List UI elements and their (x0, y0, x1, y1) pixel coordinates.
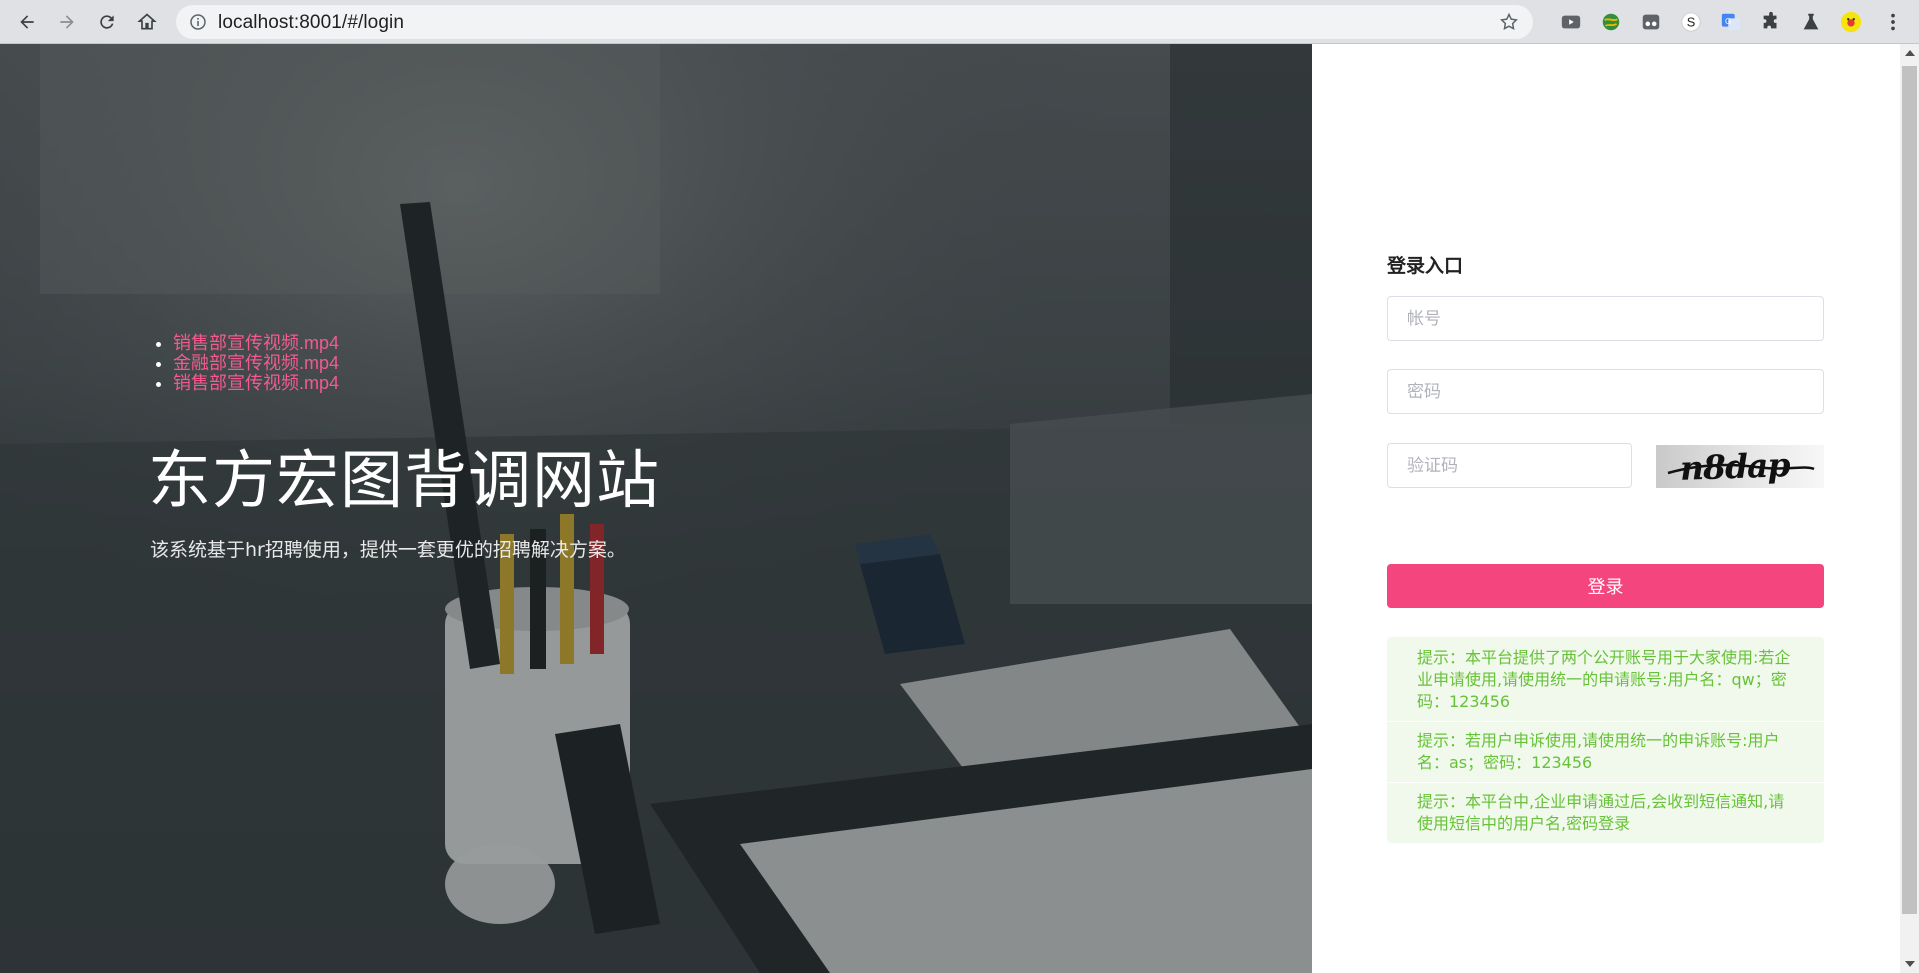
info-icon (190, 14, 206, 30)
password-input[interactable] (1387, 369, 1824, 414)
svg-text:G: G (1725, 17, 1731, 26)
captcha-noise-line (1667, 463, 1815, 475)
youtube-icon[interactable] (1558, 9, 1584, 35)
forward-button[interactable] (50, 5, 84, 39)
arrow-right-icon (60, 15, 74, 29)
hero-section: 销售部宣传视频.mp4 金融部宣传视频.mp4 销售部宣传视频.mp4 东方宏图… (0, 44, 1312, 973)
svg-text:S: S (1687, 15, 1696, 30)
site-title: 东方宏图背调网站 (148, 444, 660, 517)
scroll-up-icon[interactable] (1905, 50, 1915, 56)
tip-text: 提示：本平台中,企业申请通过后,会收到短信通知,请使用短信中的用户名,密码登录 (1387, 782, 1824, 843)
tip-text: 提示：本平台提供了两个公开账号用于大家使用:若企业申请使用,请使用统一的申请账号… (1417, 648, 1791, 711)
browser-toolbar: localhost:8001/#/login S G (0, 0, 1919, 44)
scrollbar-thumb[interactable] (1902, 66, 1917, 914)
globe-extension-icon[interactable] (1598, 9, 1624, 35)
home-icon (137, 13, 157, 30)
reload-button[interactable] (90, 5, 124, 39)
tip-text: 提示：若用户申诉使用,请使用统一的申诉账号:用户名：as；密码：123456 (1387, 721, 1824, 782)
home-button[interactable] (130, 5, 164, 39)
address-bar[interactable]: localhost:8001/#/login (176, 5, 1533, 39)
puzzle-icon[interactable] (1758, 9, 1784, 35)
bookmark-star-icon[interactable] (1499, 12, 1519, 32)
login-title: 登录入口 (1387, 255, 1464, 277)
captcha-input[interactable] (1387, 443, 1632, 488)
flask-icon[interactable] (1798, 9, 1824, 35)
video-link[interactable]: 金融部宣传视频.mp4 (173, 353, 339, 373)
arrow-left-icon (20, 15, 34, 29)
profile-avatar[interactable] (1838, 9, 1864, 35)
login-button[interactable]: 登录 (1387, 564, 1824, 608)
scroll-down-icon[interactable] (1905, 961, 1915, 967)
translate-extension-icon[interactable]: G (1718, 9, 1744, 35)
back-button[interactable] (10, 5, 44, 39)
incognito-extension-icon[interactable] (1638, 9, 1664, 35)
login-panel: 登录入口 n8dap 登录 提示：本平台提供了两个公开账号用于大家使用:若企业申… (1312, 44, 1900, 973)
reload-icon (100, 15, 114, 29)
video-link[interactable]: 销售部宣传视频.mp4 (173, 373, 339, 393)
captcha-image[interactable]: n8dap (1656, 445, 1824, 488)
more-menu-icon[interactable] (1880, 9, 1906, 35)
page-scrollbar[interactable] (1900, 44, 1919, 973)
url-text: localhost:8001/#/login (218, 12, 405, 33)
video-link[interactable]: 销售部宣传视频.mp4 (173, 333, 339, 353)
s-extension-icon[interactable]: S (1678, 9, 1704, 35)
tips-box: 提示：本平台提供了两个公开账号用于大家使用:若企业申请使用,请使用统一的申请账号… (1387, 637, 1824, 843)
video-item[interactable]: 销售部宣传视频.mp4 (173, 333, 339, 353)
video-list: 销售部宣传视频.mp4 金融部宣传视频.mp4 销售部宣传视频.mp4 (147, 333, 339, 393)
video-item[interactable]: 销售部宣传视频.mp4 (173, 373, 339, 393)
video-item[interactable]: 金融部宣传视频.mp4 (173, 353, 339, 373)
account-input[interactable] (1387, 296, 1824, 341)
site-description: 该系统基于hr招聘使用，提供一套更优的招聘解决方案。 (150, 539, 626, 561)
